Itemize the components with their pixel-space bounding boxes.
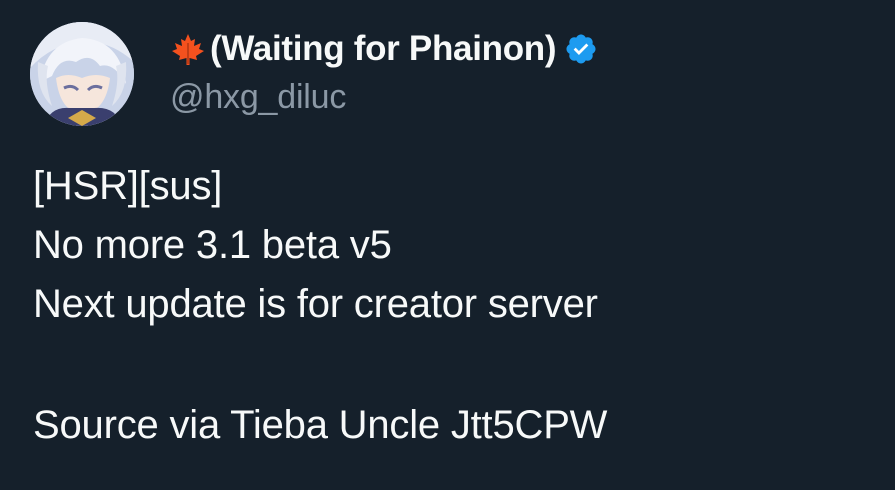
avatar[interactable] xyxy=(30,22,134,126)
tweet-line: [HSR][sus] xyxy=(33,164,223,208)
tweet-line: Next update is for creator server xyxy=(33,282,598,326)
tweet-header: (Waiting for Phainon) @hxg_diluc xyxy=(170,24,870,117)
tweet-line: Source via Tieba Uncle Jtt5CPW xyxy=(33,403,608,447)
tweet-line: No more 3.1 beta v5 xyxy=(33,223,392,267)
verified-badge-icon[interactable] xyxy=(564,32,598,66)
tweet-text: [HSR][sus] No more 3.1 beta v5 Next upda… xyxy=(33,157,873,455)
tweet-card: (Waiting for Phainon) @hxg_diluc [HSR][s… xyxy=(0,0,895,490)
name-row: (Waiting for Phainon) xyxy=(170,24,870,74)
user-handle[interactable]: @hxg_diluc xyxy=(170,78,870,117)
display-name[interactable]: (Waiting for Phainon) xyxy=(210,29,557,69)
maple-leaf-icon xyxy=(170,31,206,67)
avatar-image xyxy=(30,22,134,126)
